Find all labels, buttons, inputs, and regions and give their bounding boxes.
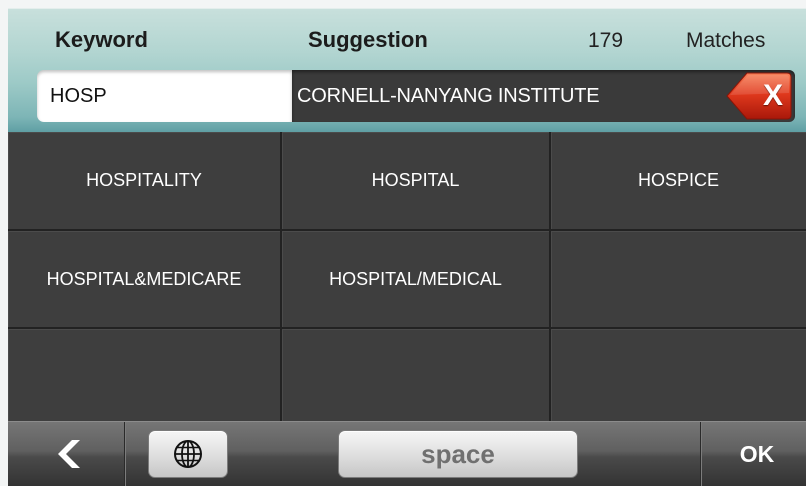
toolbar-divider [700,422,702,486]
suggestion-grid: HOSPITALITY HOSPITAL HOSPICE HOSPITAL&ME… [8,132,806,421]
keyword-input[interactable] [37,70,292,122]
bottom-toolbar: space OK [8,421,806,486]
suggestion-cell-label: HOSPITAL [371,170,460,190]
globe-icon [174,440,202,468]
back-button[interactable] [38,422,98,486]
suggestion-cell-label: HOSPITALITY [86,170,202,190]
ok-button[interactable]: OK [708,422,806,486]
suggestion-cell[interactable]: HOSPITAL [282,132,549,229]
matches-label: Matches [686,29,766,52]
suggestion-field[interactable]: CORNELL-NANYANG INSTITUTE [292,70,795,122]
suggestion-cell[interactable]: HOSPICE [551,132,806,229]
suggestion-label: Suggestion [308,27,428,52]
empty-cell [8,329,280,421]
suggestion-cell[interactable]: HOSPITALITY [8,132,280,229]
clear-button-label: X [762,79,783,112]
suggestion-cell-label: HOSPITAL/MEDICAL [329,268,502,289]
suggestion-cell-label: HOSPICE [637,170,720,190]
suggestion-cell-label: HOSPITAL&MEDICARE [46,268,242,289]
language-button[interactable] [148,430,228,478]
keyword-label: Keyword [55,27,148,52]
space-button[interactable]: space [338,430,578,478]
clear-button[interactable]: X [726,71,792,121]
match-count: 179 [588,29,624,52]
suggestion-cell[interactable]: HOSPITAL&MEDICARE [8,231,280,327]
empty-cell [282,329,549,421]
empty-cell [551,231,806,327]
empty-cell [551,329,806,421]
suggestion-cell[interactable]: HOSPITAL/MEDICAL [282,231,549,327]
toolbar-divider [124,422,126,486]
chevron-left-icon [58,440,80,468]
ok-button-label: OK [739,440,775,467]
space-button-label: space [421,438,495,469]
suggestion-text: CORNELL-NANYANG INSTITUTE [297,85,600,107]
